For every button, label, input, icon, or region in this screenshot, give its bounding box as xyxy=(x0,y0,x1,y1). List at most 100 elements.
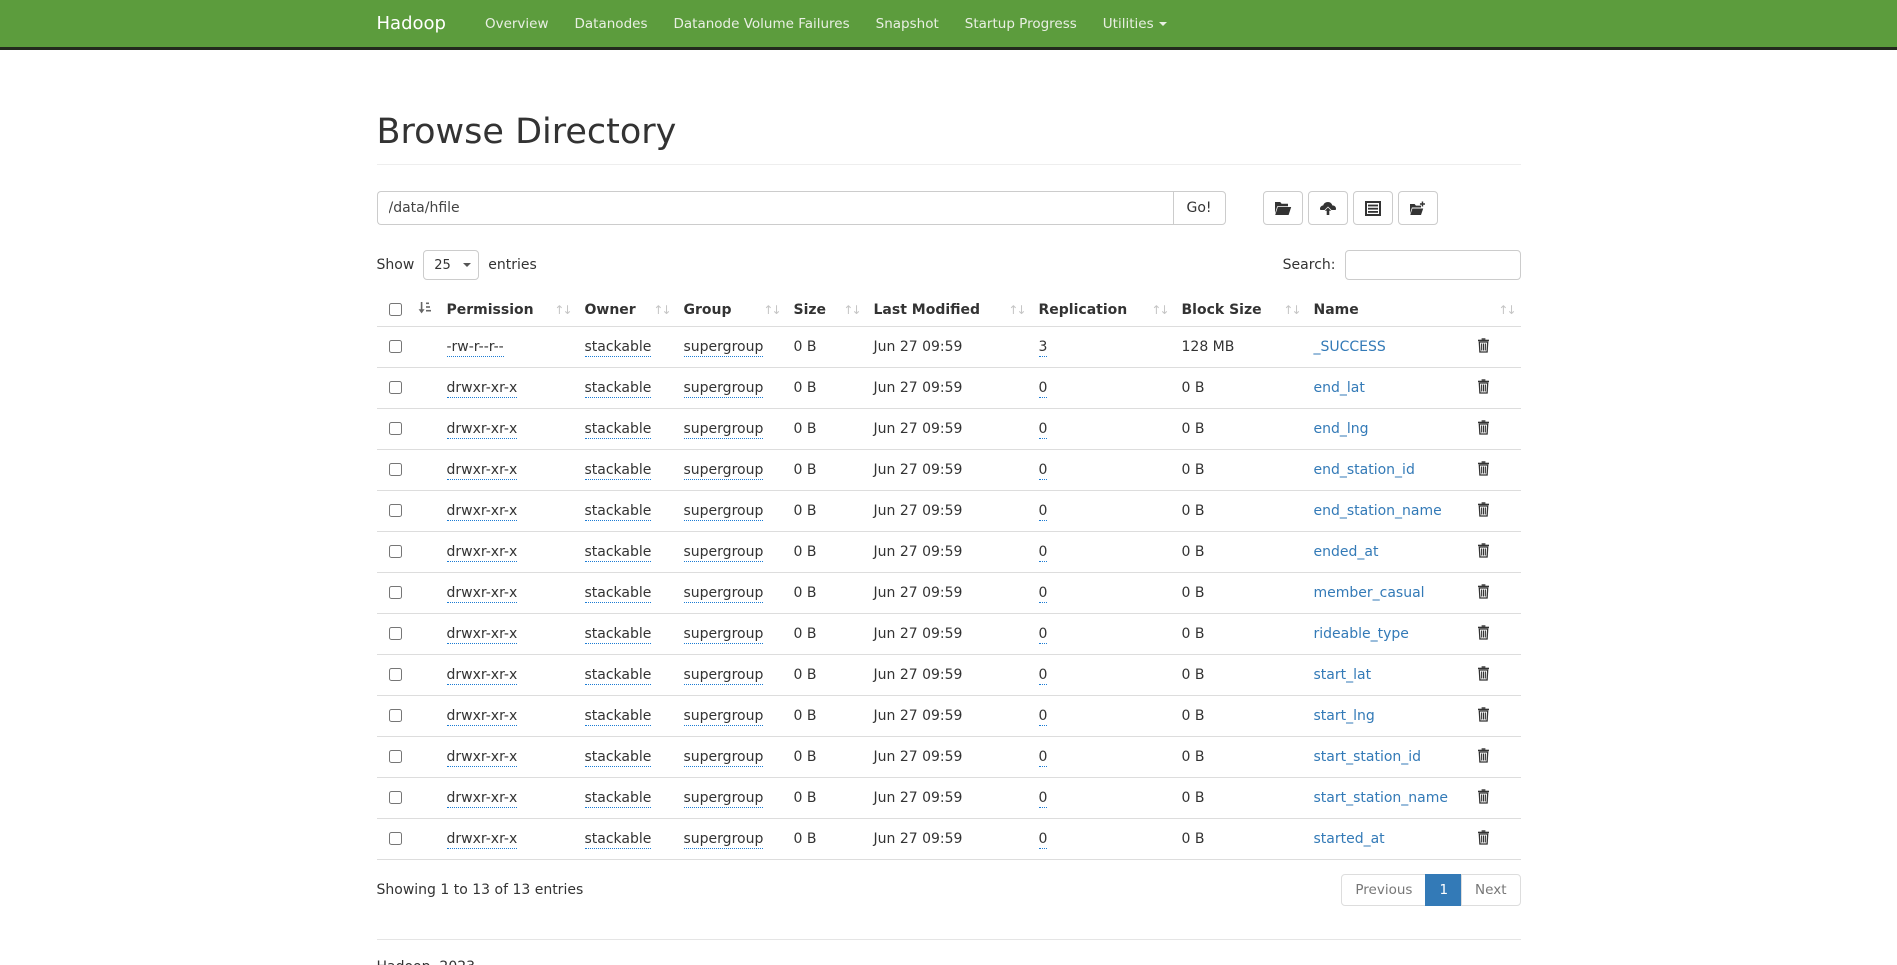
permission-value[interactable]: drwxr-xr-x xyxy=(447,380,518,398)
replication-value[interactable]: 0 xyxy=(1039,831,1048,849)
page-size-select[interactable]: 25 xyxy=(423,250,479,280)
delete-button[interactable] xyxy=(1477,461,1490,479)
pagination-next[interactable]: Next xyxy=(1461,874,1520,906)
file-name-link[interactable]: end_lng xyxy=(1314,421,1369,437)
delete-button[interactable] xyxy=(1477,625,1490,643)
col-header-size[interactable]: Size↑↓ xyxy=(786,293,866,327)
file-name-link[interactable]: start_station_name xyxy=(1314,790,1449,806)
delete-button[interactable] xyxy=(1477,420,1490,438)
owner-value[interactable]: stackable xyxy=(585,421,652,439)
delete-button[interactable] xyxy=(1477,666,1490,684)
go-button[interactable]: Go! xyxy=(1173,191,1226,225)
replication-value[interactable]: 0 xyxy=(1039,708,1048,726)
col-header-owner[interactable]: Owner↑↓ xyxy=(577,293,676,327)
col-header-last-modified[interactable]: Last Modified↑↓ xyxy=(866,293,1031,327)
nav-startup-progress[interactable]: Startup Progress xyxy=(952,16,1090,32)
permission-value[interactable]: drwxr-xr-x xyxy=(447,708,518,726)
new-folder-button[interactable] xyxy=(1398,191,1438,225)
row-checkbox[interactable] xyxy=(389,750,402,763)
nav-snapshot[interactable]: Snapshot xyxy=(863,16,952,32)
delete-button[interactable] xyxy=(1477,338,1490,356)
group-value[interactable]: supergroup xyxy=(684,585,764,603)
group-value[interactable]: supergroup xyxy=(684,831,764,849)
replication-value[interactable]: 0 xyxy=(1039,749,1048,767)
row-checkbox[interactable] xyxy=(389,463,402,476)
group-value[interactable]: supergroup xyxy=(684,421,764,439)
group-value[interactable]: supergroup xyxy=(684,462,764,480)
nav-overview[interactable]: Overview xyxy=(472,16,562,32)
row-checkbox[interactable] xyxy=(389,668,402,681)
delete-button[interactable] xyxy=(1477,830,1490,848)
delete-button[interactable] xyxy=(1477,748,1490,766)
group-value[interactable]: supergroup xyxy=(684,626,764,644)
owner-value[interactable]: stackable xyxy=(585,462,652,480)
owner-value[interactable]: stackable xyxy=(585,667,652,685)
permission-value[interactable]: -rw-r--r-- xyxy=(447,339,504,357)
owner-value[interactable]: stackable xyxy=(585,708,652,726)
group-value[interactable]: supergroup xyxy=(684,544,764,562)
row-checkbox[interactable] xyxy=(389,422,402,435)
group-value[interactable]: supergroup xyxy=(684,667,764,685)
replication-value[interactable]: 0 xyxy=(1039,790,1048,808)
sort-by-attributes-icon[interactable] xyxy=(418,301,431,318)
delete-button[interactable] xyxy=(1477,543,1490,561)
delete-button[interactable] xyxy=(1477,502,1490,520)
permission-value[interactable]: drwxr-xr-x xyxy=(447,831,518,849)
file-name-link[interactable]: member_casual xyxy=(1314,585,1425,601)
file-name-link[interactable]: start_lng xyxy=(1314,708,1375,724)
owner-value[interactable]: stackable xyxy=(585,544,652,562)
group-value[interactable]: supergroup xyxy=(684,339,764,357)
table-view-button[interactable] xyxy=(1353,191,1393,225)
permission-value[interactable]: drwxr-xr-x xyxy=(447,585,518,603)
brand-hadoop[interactable]: Hadoop xyxy=(377,13,446,34)
owner-value[interactable]: stackable xyxy=(585,831,652,849)
nav-utilities-dropdown[interactable]: Utilities xyxy=(1090,16,1180,32)
upload-file-button[interactable] xyxy=(1308,191,1348,225)
owner-value[interactable]: stackable xyxy=(585,790,652,808)
replication-value[interactable]: 0 xyxy=(1039,585,1048,603)
col-header-block-size[interactable]: Block Size↑↓ xyxy=(1174,293,1306,327)
delete-button[interactable] xyxy=(1477,707,1490,725)
replication-value[interactable]: 0 xyxy=(1039,380,1048,398)
file-name-link[interactable]: started_at xyxy=(1314,831,1385,847)
select-all-checkbox[interactable] xyxy=(389,303,402,316)
row-checkbox[interactable] xyxy=(389,791,402,804)
file-name-link[interactable]: end_station_name xyxy=(1314,503,1442,519)
owner-value[interactable]: stackable xyxy=(585,626,652,644)
group-value[interactable]: supergroup xyxy=(684,790,764,808)
replication-value[interactable]: 0 xyxy=(1039,503,1048,521)
permission-value[interactable]: drwxr-xr-x xyxy=(447,790,518,808)
owner-value[interactable]: stackable xyxy=(585,339,652,357)
owner-value[interactable]: stackable xyxy=(585,749,652,767)
row-checkbox[interactable] xyxy=(389,504,402,517)
file-name-link[interactable]: rideable_type xyxy=(1314,626,1409,642)
group-value[interactable]: supergroup xyxy=(684,380,764,398)
group-value[interactable]: supergroup xyxy=(684,503,764,521)
nav-datanode-volume-failures[interactable]: Datanode Volume Failures xyxy=(660,16,862,32)
pagination-page-1[interactable]: 1 xyxy=(1425,874,1462,906)
search-input[interactable] xyxy=(1345,250,1521,280)
replication-value[interactable]: 3 xyxy=(1039,339,1048,357)
group-value[interactable]: supergroup xyxy=(684,708,764,726)
directory-path-input[interactable] xyxy=(377,191,1173,225)
owner-value[interactable]: stackable xyxy=(585,585,652,603)
file-name-link[interactable]: end_station_id xyxy=(1314,462,1415,478)
owner-value[interactable]: stackable xyxy=(585,380,652,398)
row-checkbox[interactable] xyxy=(389,586,402,599)
permission-value[interactable]: drwxr-xr-x xyxy=(447,749,518,767)
row-checkbox[interactable] xyxy=(389,545,402,558)
permission-value[interactable]: drwxr-xr-x xyxy=(447,626,518,644)
delete-button[interactable] xyxy=(1477,584,1490,602)
col-header-replication[interactable]: Replication↑↓ xyxy=(1031,293,1174,327)
row-checkbox[interactable] xyxy=(389,832,402,845)
replication-value[interactable]: 0 xyxy=(1039,667,1048,685)
row-checkbox[interactable] xyxy=(389,627,402,640)
owner-value[interactable]: stackable xyxy=(585,503,652,521)
permission-value[interactable]: drwxr-xr-x xyxy=(447,503,518,521)
file-name-link[interactable]: ended_at xyxy=(1314,544,1379,560)
replication-value[interactable]: 0 xyxy=(1039,626,1048,644)
col-header-name[interactable]: Name xyxy=(1306,293,1469,327)
nav-datanodes[interactable]: Datanodes xyxy=(562,16,661,32)
delete-button[interactable] xyxy=(1477,789,1490,807)
permission-value[interactable]: drwxr-xr-x xyxy=(447,544,518,562)
